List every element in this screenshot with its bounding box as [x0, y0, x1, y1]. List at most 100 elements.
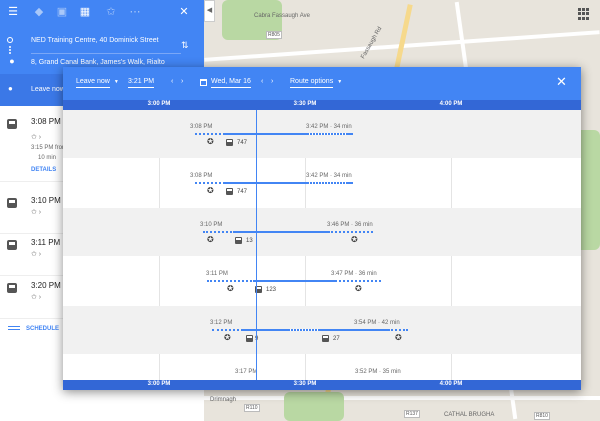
close-icon[interactable]: ✕ [177, 5, 191, 19]
apps-grid-icon[interactable] [578, 8, 590, 20]
date-input[interactable]: Wed, Mar 16 [211, 78, 251, 88]
map-street-label: CATHAL BRUGHA [444, 412, 495, 418]
walk-segment [388, 329, 408, 331]
bus-number: 13 [246, 238, 253, 244]
depart-time: 3:08 PM [190, 173, 213, 179]
route-time: 3:20 PM [31, 281, 61, 290]
depart-time: 3:10 PM [200, 222, 223, 228]
walk-icon: ✪ [207, 137, 214, 146]
bus-icon [246, 335, 253, 342]
menu-icon[interactable]: ☰ [6, 5, 20, 19]
bus-segment [255, 280, 335, 282]
details-link[interactable]: DETAILS [31, 167, 56, 173]
bus-segment [243, 329, 288, 331]
map-park [284, 392, 344, 421]
route-walk-duration: 10 min [38, 155, 57, 161]
time-axis-bottom: 3:00 PM 3:30 PM 4:00 PM [63, 380, 581, 390]
car-icon[interactable]: ▣ [55, 5, 69, 19]
clock-icon: ● [8, 84, 13, 93]
leave-option-select[interactable]: Leave now ▼ [76, 78, 119, 88]
transit-icon[interactable]: ▦ [78, 5, 92, 19]
bus-segment [346, 133, 353, 135]
map-street-label: Fassaugh Rd [360, 26, 384, 60]
caret-down-icon: ▼ [337, 79, 343, 85]
bus-segment [225, 133, 307, 135]
walk-icon[interactable]: ✩ [104, 5, 118, 19]
walk-icon: ✪ [207, 235, 214, 244]
bus-segment [320, 329, 388, 331]
arrive-time: 3:46 PM · 36 min [327, 222, 373, 228]
close-dialog-icon[interactable]: ✕ [556, 75, 567, 89]
collapse-panel-button[interactable]: ◀ [204, 0, 215, 22]
axis-label: 3:00 PM [147, 101, 171, 107]
walk-segment [203, 231, 235, 233]
origin-field[interactable]: NED Training Centre, 40 Dominick Street [31, 32, 181, 54]
bus-icon [7, 119, 17, 129]
bus-number: 747 [237, 189, 248, 195]
map-road-badge: R137 [404, 410, 420, 418]
walk-segment [328, 231, 373, 233]
bus-icon [226, 139, 233, 146]
date-value: Wed, Mar 16 [211, 78, 251, 88]
leave-now-label: Leave now [31, 86, 65, 93]
directions-header: ☰ ◆ ▣ ▦ ✩ ⋯ ✕ ● NED Training Centre, 40 … [0, 0, 204, 76]
date-next-icon[interactable]: › [271, 78, 273, 85]
depart-time: 3:11 PM [206, 271, 228, 277]
axis-label: 4:00 PM [439, 101, 463, 107]
bus-icon [322, 335, 329, 342]
time-input[interactable]: 3:21 PM [128, 78, 155, 88]
axis-label: 3:00 PM [147, 381, 171, 387]
route-options-select[interactable]: Route options ▼ [290, 78, 343, 88]
walk-segment [207, 280, 255, 282]
timeline-row[interactable]: 3:11 PM 3:47 PM · 36 min ✪ 123 ✪ [63, 257, 581, 305]
walk-segment [195, 182, 225, 184]
schedule-icon [8, 326, 20, 331]
map-street-label: Cabra Fassaugh Ave [254, 13, 310, 19]
walk-icon: ✩ › [31, 251, 42, 258]
timeline-row[interactable]: 3:08 PM 3:42 PM · 34 min ✪ 747 [63, 110, 581, 158]
arrive-time: 3:52 PM · 35 min [355, 369, 401, 375]
timeline-row[interactable]: 3:08 PM 3:42 PM · 34 min ✪ 747 [63, 159, 581, 207]
current-time-line [256, 110, 257, 380]
walk-icon: ✪ [351, 235, 358, 244]
timeline-row[interactable]: 3:12 PM3:54 PM · 42 min✪927✪ [63, 306, 581, 354]
route-time: 3:11 PM [31, 238, 61, 247]
time-next-icon[interactable]: › [181, 78, 183, 85]
walk-segment [195, 133, 225, 135]
walk-segment [212, 329, 243, 331]
schedules-button[interactable]: SCHEDULE [8, 326, 59, 332]
schedule-explorer-dialog: Leave now ▼ 3:21 PM ‹ › Wed, Mar 16 ‹ › R… [63, 67, 581, 390]
bus-number: 27 [333, 336, 340, 342]
leave-option-value: Leave now [76, 78, 110, 88]
map-road [204, 396, 600, 400]
wait-segment [307, 182, 346, 184]
walk-icon: ✪ [227, 284, 234, 293]
timeline-row[interactable]: 3:10 PM 3:46 PM · 36 min ✪ 13 ✪ [63, 208, 581, 256]
bus-number: 747 [237, 140, 248, 146]
bus-icon [235, 237, 242, 244]
dialog-header: Leave now ▼ 3:21 PM ‹ › Wed, Mar 16 ‹ › R… [63, 67, 581, 100]
more-icon[interactable]: ⋯ [128, 5, 142, 19]
walk-icon: ✩ › [31, 209, 42, 216]
swap-icon[interactable]: ⇅ [181, 40, 189, 51]
arrive-time: 3:42 PM · 34 min [306, 124, 352, 130]
depart-time: 3:17 PM [235, 369, 258, 375]
route-departure: 3:15 PM from [31, 145, 68, 151]
origin-text: NED Training Centre, 40 Dominick Street [31, 37, 159, 44]
bus-segment [346, 182, 353, 184]
time-value: 3:21 PM [128, 78, 155, 88]
bus-icon [226, 188, 233, 195]
calendar-icon[interactable] [200, 79, 207, 86]
walk-icon: ✩ › [31, 294, 42, 301]
wait-segment [288, 329, 320, 331]
time-prev-icon[interactable]: ‹ [171, 78, 173, 85]
arrive-time: 3:54 PM · 42 min [354, 320, 400, 326]
best-route-icon[interactable]: ◆ [32, 5, 46, 19]
bus-icon [7, 198, 17, 208]
arrive-time: 3:47 PM · 36 min [331, 271, 377, 277]
walk-icon: ✩ › [31, 134, 42, 141]
walk-segment [335, 280, 381, 282]
time-axis-top: 3:00 PM 3:30 PM 4:00 PM [63, 100, 581, 110]
date-prev-icon[interactable]: ‹ [261, 78, 263, 85]
timeline-rows: 3:08 PM 3:42 PM · 34 min ✪ 747 3:08 PM 3:42 P… [63, 110, 581, 380]
